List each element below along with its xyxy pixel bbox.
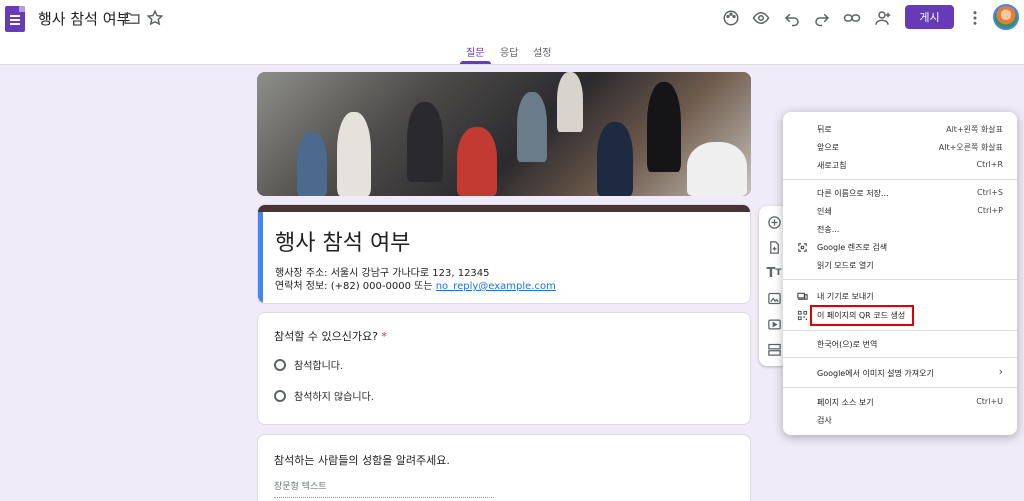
tab-responses[interactable]: 응답 <box>500 44 518 59</box>
app-header: 행사 참석 여부 게시 질문 응답 설정 <box>0 0 1024 65</box>
publish-button[interactable]: 게시 <box>905 5 954 29</box>
contact-prefix: 연락처 정보: (+82) 000-0000 또는 <box>275 281 436 292</box>
folder-icon[interactable] <box>122 8 142 28</box>
more-vert-icon[interactable] <box>965 8 985 28</box>
form-title-card[interactable]: 행사 참석 여부 행사장 주소: 서울시 강남구 가나다로 123, 12345… <box>257 204 751 304</box>
menu-item-reading-mode[interactable]: 읽기 모드로 열기 <box>783 256 1017 274</box>
required-mark: * <box>381 330 387 343</box>
add-image-icon[interactable] <box>766 290 782 306</box>
menu-item-translate[interactable]: 한국어(으)로 번역 <box>783 335 1017 353</box>
menu-item-reload[interactable]: 새로고침 Ctrl+R <box>783 156 1017 174</box>
selected-indicator <box>258 212 263 303</box>
redo-icon[interactable] <box>812 8 832 28</box>
link-icon[interactable] <box>842 8 862 28</box>
qr-code-icon <box>796 309 808 321</box>
menu-item-google-lens[interactable]: Google 렌즈로 검색 <box>783 238 1017 256</box>
option-attend[interactable]: 참석합니다. <box>274 357 343 372</box>
add-question-icon[interactable] <box>766 214 782 230</box>
menu-separator <box>783 330 1017 331</box>
avatar[interactable] <box>993 4 1019 30</box>
preview-eye-icon[interactable] <box>751 8 771 28</box>
active-tab-indicator <box>460 61 491 64</box>
palette-icon[interactable] <box>721 8 741 28</box>
add-section-icon[interactable] <box>766 341 782 357</box>
add-video-icon[interactable] <box>766 316 782 332</box>
lens-icon <box>796 241 808 253</box>
menu-item-print[interactable]: 인쇄 Ctrl+P <box>783 202 1017 220</box>
menu-item-view-source[interactable]: 페이지 소스 보기 Ctrl+U <box>783 393 1017 411</box>
menu-separator <box>783 357 1017 358</box>
header-banner-image <box>257 72 751 196</box>
menu-item-send-to-devices[interactable]: 내 기기로 보내기 <box>783 287 1017 305</box>
tab-settings[interactable]: 설정 <box>533 44 551 59</box>
qr-code-highlight-box <box>810 305 914 326</box>
star-icon[interactable] <box>145 8 165 28</box>
contact-email-link[interactable]: no_reply@example.com <box>436 281 556 292</box>
radio-button[interactable] <box>274 389 286 402</box>
import-questions-icon[interactable] <box>766 239 782 255</box>
menu-item-inspect[interactable]: 검사 <box>783 411 1017 429</box>
add-title-icon[interactable]: TT <box>766 265 782 281</box>
add-collaborator-icon[interactable] <box>872 8 892 28</box>
submenu-arrow-icon: › <box>998 365 1003 378</box>
menu-item-forward[interactable]: 앞으로 Alt+오른쪽 화살표 <box>783 138 1017 156</box>
devices-icon <box>796 290 808 302</box>
menu-item-cast[interactable]: 전송... <box>783 220 1017 238</box>
long-answer-placeholder: 장문형 텍스트 <box>274 479 494 498</box>
radio-button[interactable] <box>274 358 286 371</box>
tab-questions[interactable]: 질문 <box>466 44 484 59</box>
menu-separator <box>783 179 1017 180</box>
undo-icon[interactable] <box>782 8 802 28</box>
google-forms-logo-icon[interactable] <box>5 6 25 32</box>
option-not-attend[interactable]: 참석하지 않습니다. <box>274 388 374 403</box>
browser-context-menu: 뒤로 Alt+왼쪽 화살표 앞으로 Alt+오른쪽 화살표 새로고침 Ctrl+R 다… <box>783 112 1017 435</box>
menu-item-back[interactable]: 뒤로 Alt+왼쪽 화살표 <box>783 120 1017 138</box>
question-card-attendance[interactable]: 참석할 수 있으신가요? * 참석합니다. 참석하지 않습니다. <box>257 312 751 425</box>
menu-item-image-descriptions[interactable]: Google에서 이미지 설명 가져오기 › <box>783 364 1017 382</box>
question-title: 참석하는 사람들의 성함을 알려주세요. <box>274 454 450 467</box>
menu-separator <box>783 387 1017 388</box>
question-title: 참석할 수 있으신가요? * <box>274 330 387 343</box>
document-title[interactable]: 행사 참석 여부 <box>38 8 130 29</box>
form-contact[interactable]: 연락처 정보: (+82) 000-0000 또는 no_reply@examp… <box>275 277 556 292</box>
menu-separator <box>783 279 1017 280</box>
question-card-names[interactable]: 참석하는 사람들의 성함을 알려주세요. 장문형 텍스트 <box>257 434 751 501</box>
theme-stripe <box>258 205 750 212</box>
menu-item-save-as[interactable]: 다른 이름으로 저장... Ctrl+S <box>783 184 1017 202</box>
form-title[interactable]: 행사 참석 여부 <box>275 225 410 257</box>
